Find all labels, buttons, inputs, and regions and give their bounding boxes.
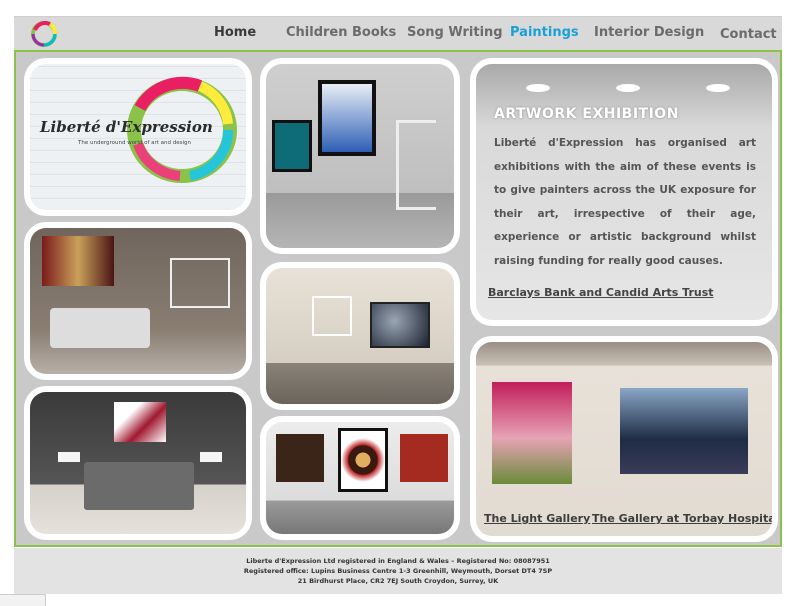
ceiling-light	[616, 84, 640, 92]
footer-address: 21 Birdhurst Place, CR2 7EJ South Croydo…	[297, 577, 499, 585]
top-navigation-bar: Home Children Books Song Writing Paintin…	[14, 16, 782, 50]
bed	[50, 308, 150, 348]
nav-home[interactable]: Home	[214, 25, 256, 40]
red-abstract-painting	[114, 402, 166, 442]
bedroom-background	[30, 228, 246, 374]
light-gallery-link[interactable]: The Light Gallery	[484, 512, 590, 525]
nav-contact[interactable]: Contact	[720, 27, 777, 42]
gallery-interior-background: The Light Gallery The Gallery at Torbay …	[476, 342, 772, 536]
logo-brand-text: Liberté d'Expression	[40, 118, 213, 136]
circles-painting	[338, 428, 388, 492]
red-painting	[400, 434, 448, 482]
room-background	[266, 64, 454, 248]
nav-interior-design[interactable]: Interior Design	[594, 25, 704, 40]
footer-registered-office: Registered office: Lupins Business Centr…	[243, 567, 553, 575]
nav-children-books[interactable]: Children Books	[286, 25, 396, 40]
kitchen-background	[266, 268, 454, 404]
barclays-candid-arts-link[interactable]: Barclays Bank and Candid Arts Trust	[488, 286, 714, 299]
ceiling-light	[526, 84, 550, 92]
dark-bed	[84, 462, 194, 510]
three-paintings-tile[interactable]	[260, 416, 460, 540]
gallery-tile: The Light Gallery The Gallery at Torbay …	[470, 336, 778, 542]
torbay-hospital-gallery-link[interactable]: The Gallery at Torbay Hospital	[592, 512, 772, 525]
brick-wall-background: Liberté d'Expression The underground wor…	[30, 64, 246, 210]
footer: Liberte d'Expression Ltd registered in E…	[14, 548, 782, 594]
exhibition-title: ARTWORK EXHIBITION	[494, 106, 679, 122]
bottom-corner-tab	[0, 594, 46, 606]
blue-landscape-painting	[620, 388, 748, 474]
exhibition-tile: ARTWORK EXHIBITION Liberté d'Expression …	[470, 58, 778, 326]
nav-song-writing[interactable]: Song Writing	[407, 25, 503, 40]
nav-paintings[interactable]: Paintings	[510, 25, 579, 40]
logo-tile: Liberté d'Expression The underground wor…	[24, 58, 252, 216]
pink-abstract-painting	[492, 382, 572, 484]
red-gold-painting	[42, 236, 114, 286]
logo-ring-icon[interactable]	[30, 20, 58, 48]
gallery-wall-background	[266, 422, 454, 534]
dark-bedroom-tile[interactable]	[24, 386, 252, 540]
bunk-bed	[396, 120, 436, 210]
blue-painting	[318, 80, 376, 156]
dark-abstract-painting	[370, 302, 430, 348]
gallery-room-background: ARTWORK EXHIBITION Liberté d'Expression …	[476, 64, 772, 320]
kitchen-shelves	[312, 296, 352, 336]
bedroom-painting-tile[interactable]	[260, 58, 460, 254]
logo-tagline: The underground world of art and design	[78, 140, 192, 146]
teal-painting	[272, 120, 312, 172]
kitchen-painting-tile[interactable]	[260, 262, 460, 410]
bedroom-scene-tile[interactable]	[24, 222, 252, 380]
lamp	[58, 452, 80, 462]
lamp	[200, 452, 222, 462]
dark-bedroom-background	[30, 392, 246, 534]
main-content: Liberté d'Expression The underground wor…	[14, 50, 782, 547]
footer-registration: Liberte d'Expression Ltd registered in E…	[246, 557, 550, 565]
logo-swirl-icon	[127, 76, 237, 183]
brown-painting	[276, 434, 324, 482]
ceiling-light	[706, 84, 730, 92]
wall-shelves	[170, 258, 230, 308]
exhibition-description: Liberté d'Expression has organised art e…	[494, 137, 756, 267]
